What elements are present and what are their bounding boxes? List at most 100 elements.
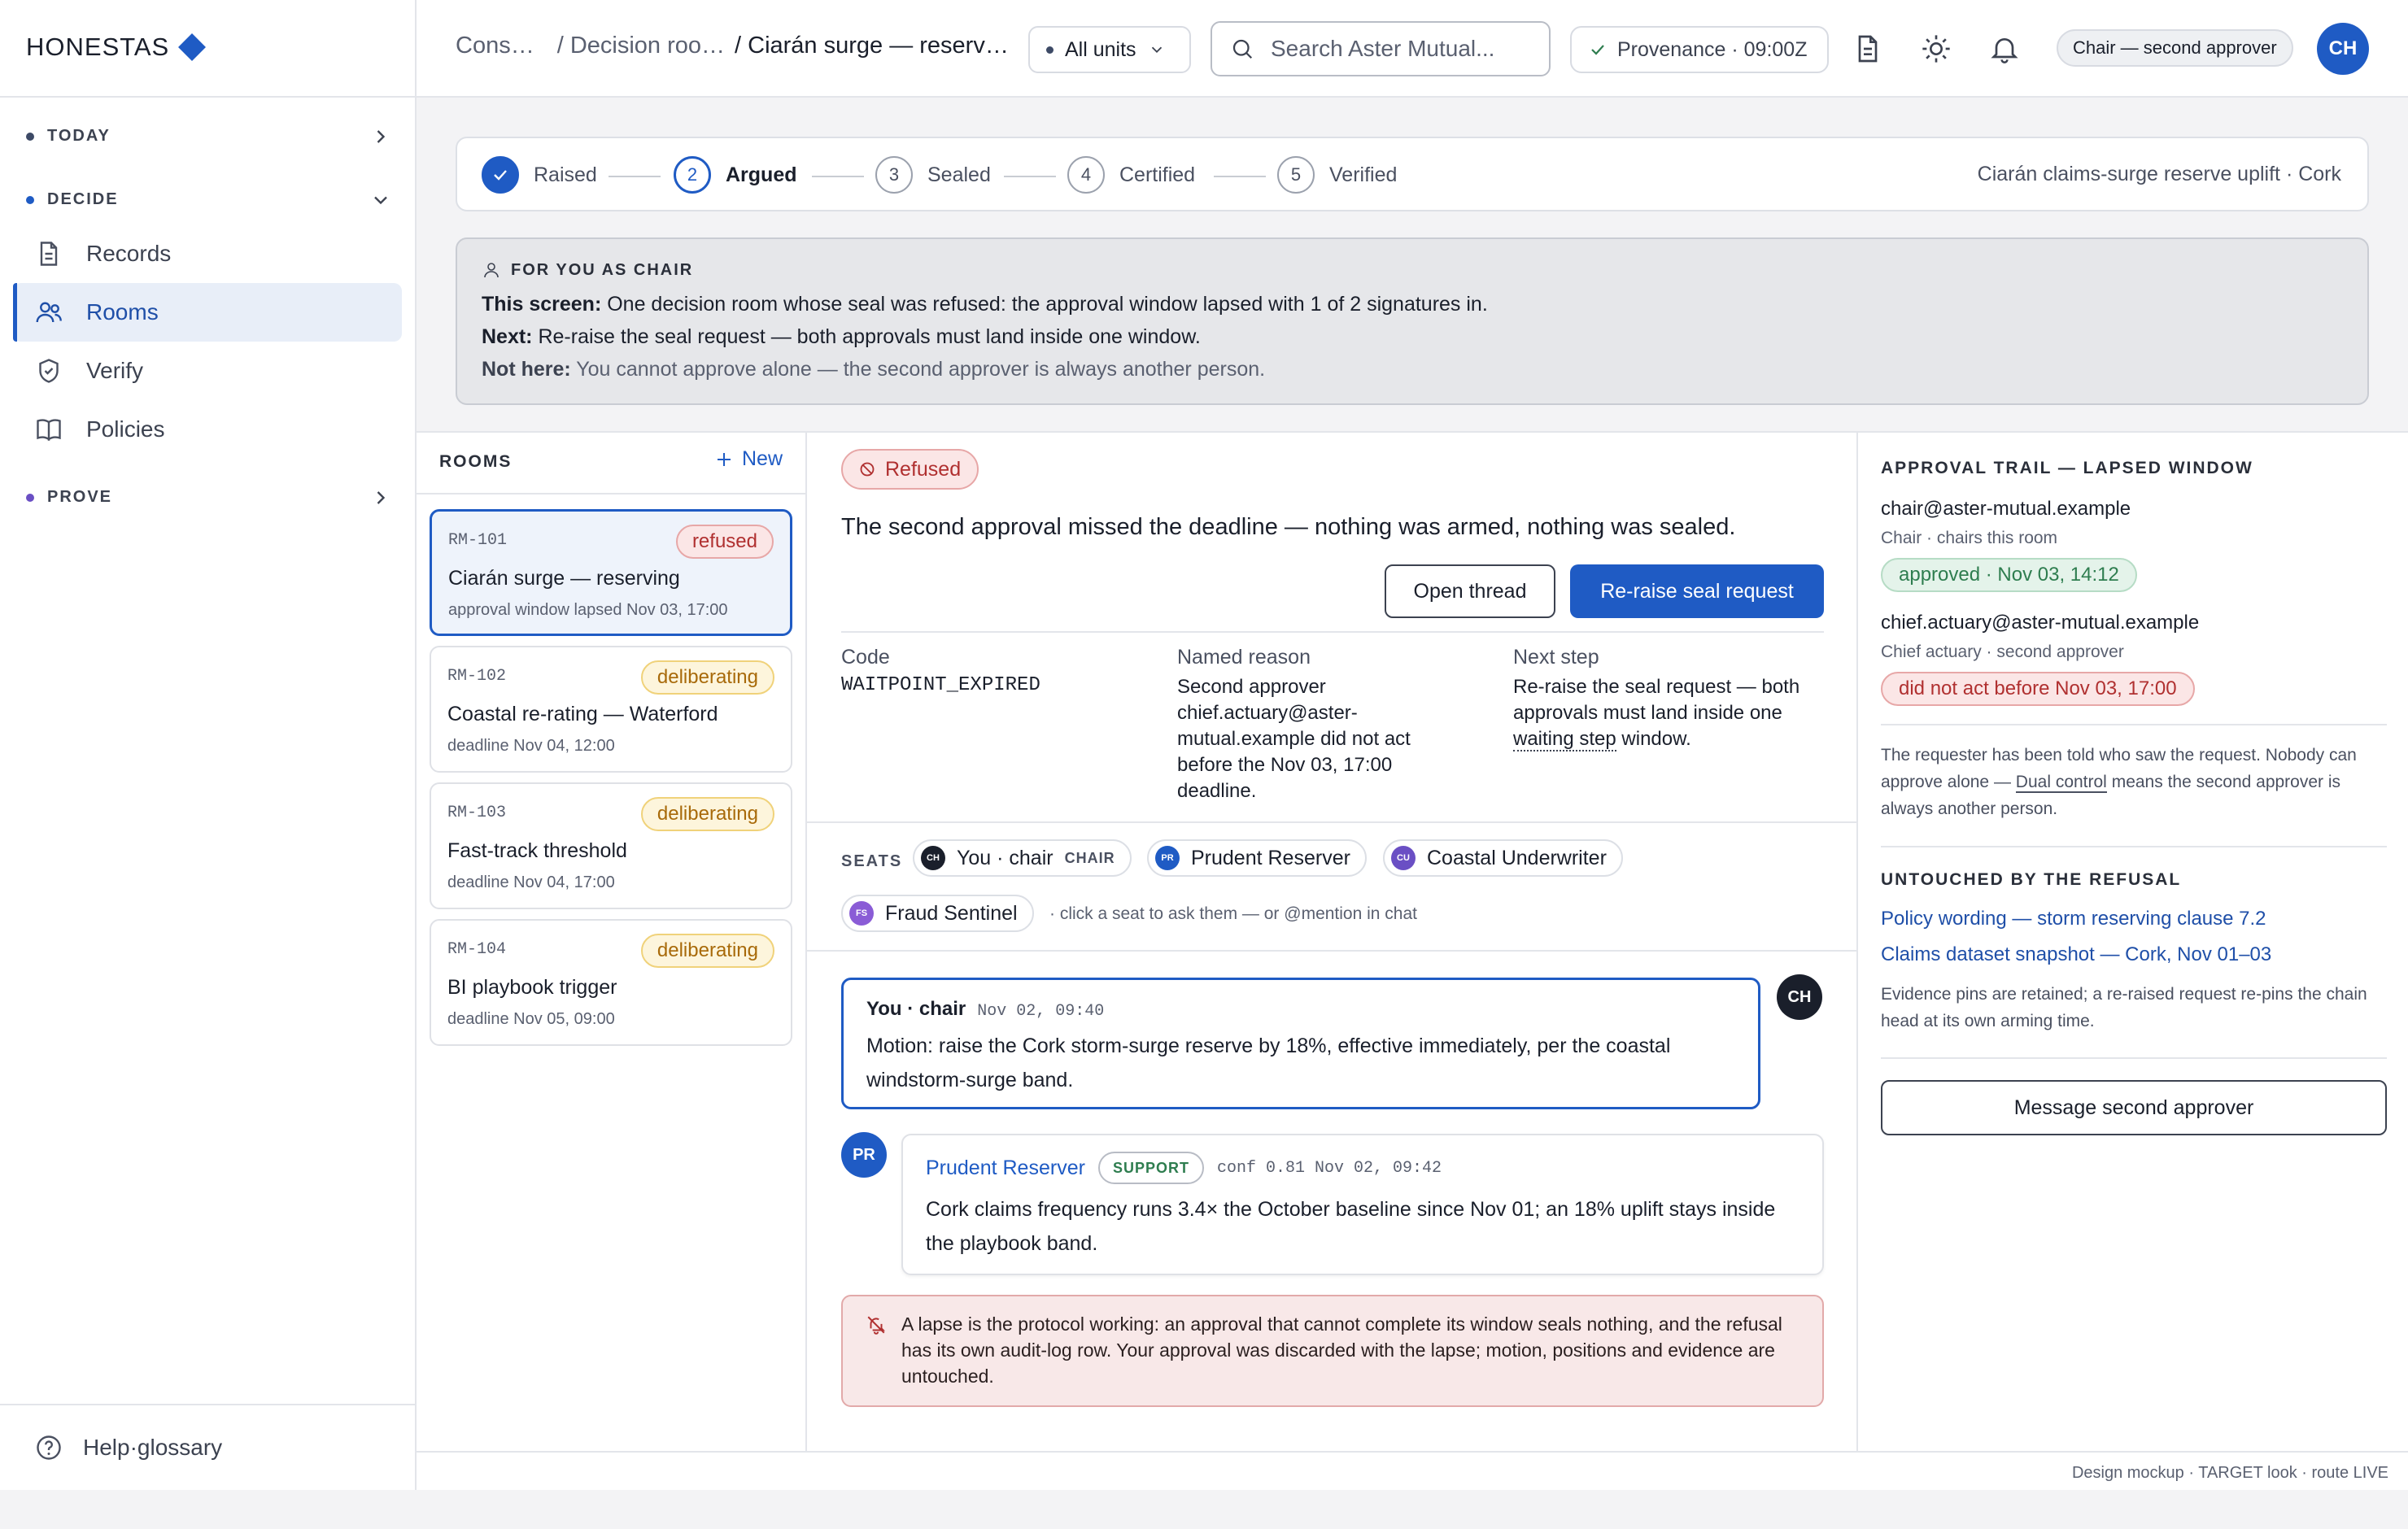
step-connector <box>1214 176 1266 177</box>
seat-fraud-sentinel[interactable]: FS Fraud Sentinel <box>841 895 1034 932</box>
brand-logo[interactable]: HONESTAS <box>26 33 207 62</box>
approver-2-role: Chief actuary · second approver <box>1881 643 2124 661</box>
chat-message-prudent-reserver[interactable]: Prudent Reserver SUPPORT conf 0.81 Nov 0… <box>901 1134 1824 1275</box>
message-header: You · chair Nov 02, 09:40 <box>866 998 1104 1021</box>
message-second-approver-button[interactable]: Message second approver <box>1881 1080 2387 1135</box>
book-icon <box>37 419 61 442</box>
help-circle-icon <box>37 1435 61 1460</box>
step-number: 3 <box>875 156 913 194</box>
brand-diamond-icon <box>178 33 207 61</box>
room-card-rm-104[interactable]: RM-104 deliberating BI playbook trigger … <box>430 919 792 1046</box>
user-icon <box>484 263 499 278</box>
sidebar: HONESTAS TODAY DECIDE Records Rooms Veri… <box>0 0 417 1490</box>
sidebar-divider <box>0 1404 415 1405</box>
section-label: DECIDE <box>47 190 119 208</box>
room-card-rm-102[interactable]: RM-102 deliberating Coastal re-rating — … <box>430 646 792 773</box>
seat-avatar: CU <box>1391 846 1416 870</box>
sidebar-section-decide[interactable]: DECIDE <box>26 190 387 209</box>
step-label: Sealed <box>927 163 991 186</box>
step-label: Raised <box>534 163 597 186</box>
check-icon <box>482 156 519 194</box>
next-step-text-end: window. <box>1621 728 1691 750</box>
section-dot <box>26 493 34 502</box>
new-room-label: New <box>741 447 783 470</box>
untouched-title: UNTOUCHED BY THE REFUSAL <box>1881 870 2182 889</box>
code-label: Code <box>841 646 890 669</box>
avatar[interactable]: CH <box>2317 23 2369 75</box>
chevron-right-icon <box>377 491 386 504</box>
units-select[interactable]: All units <box>1028 26 1191 73</box>
open-thread-button[interactable]: Open thread <box>1385 564 1555 618</box>
bell-icon[interactable] <box>1988 33 2021 65</box>
search-icon <box>1232 39 1253 59</box>
breadcrumb-item[interactable]: / Decision roo… <box>557 33 725 59</box>
breadcrumb-item[interactable]: Cons… <box>456 33 534 59</box>
seat-coastal-underwriter[interactable]: CU Coastal Underwriter <box>1383 839 1623 877</box>
provenance-badge[interactable]: Provenance · 09:00Z <box>1570 26 1829 73</box>
seat-prudent-reserver[interactable]: PR Prudent Reserver <box>1147 839 1367 877</box>
brand-name: HONESTAS <box>26 33 170 61</box>
divider <box>807 821 1856 823</box>
room-id: RM-103 <box>447 804 507 822</box>
search-input[interactable]: Search Aster Mutual... <box>1211 21 1551 76</box>
code-field: Code WAITPOINT_EXPIRED <box>841 646 1150 696</box>
step-raised[interactable]: Raised <box>482 156 597 194</box>
message-meta: conf 0.81 Nov 02, 09:42 <box>1216 1158 1442 1178</box>
room-id: RM-102 <box>447 667 507 686</box>
seat-name: Prudent Reserver <box>1191 846 1350 869</box>
step-argued[interactable]: 2 Argued <box>674 156 797 194</box>
chair-this-label: This screen: <box>482 293 602 316</box>
step-verified[interactable]: 5 Verified <box>1277 156 1397 194</box>
chair-this-screen: This screen: One decision room whose sea… <box>482 293 1488 316</box>
lapse-alert: A lapse is the protocol working: an appr… <box>841 1295 1824 1407</box>
message-header: Prudent Reserver SUPPORT conf 0.81 Nov 0… <box>926 1152 1442 1184</box>
plus-icon <box>717 452 731 466</box>
dual-control-term[interactable]: Dual control <box>2015 773 2107 793</box>
footer-note: Design mockup · TARGET look · route LIVE <box>2071 1464 2388 1482</box>
status-badge: deliberating <box>640 797 774 831</box>
waiting-step-term[interactable]: waiting step <box>1513 728 1616 751</box>
sidebar-item-label: Records <box>86 241 172 266</box>
seat-name: Coastal Underwriter <box>1427 846 1607 869</box>
chat-message-chair[interactable]: You · chair Nov 02, 09:40 Motion: raise … <box>841 978 1760 1109</box>
sidebar-item-rooms[interactable]: Rooms <box>13 283 402 342</box>
reraise-seal-button[interactable]: Re-raise seal request <box>1570 564 1824 618</box>
step-connector <box>812 176 864 177</box>
avatar: PR <box>841 1132 887 1178</box>
sidebar-item-records[interactable]: Records <box>13 224 402 283</box>
claims-snapshot-link[interactable]: Claims dataset snapshot — Cork, Nov 01–0… <box>1881 943 2271 966</box>
help-glossary-link[interactable]: Help·glossary <box>34 1433 222 1462</box>
sidebar-item-policies[interactable]: Policies <box>13 400 402 459</box>
policy-wording-link[interactable]: Policy wording — storm reserving clause … <box>1881 908 2266 930</box>
seat-tag: CHAIR <box>1064 849 1115 866</box>
sidebar-section-today[interactable]: TODAY <box>26 127 386 146</box>
sidebar-section-prove[interactable]: PROVE <box>26 488 386 507</box>
seats-label: SEATS <box>841 852 903 870</box>
step-number: 2 <box>674 156 711 194</box>
new-room-button[interactable]: New <box>714 447 783 471</box>
message-text: Motion: raise the Cork storm-surge reser… <box>866 1035 1671 1091</box>
status-badge: deliberating <box>640 934 774 968</box>
message-author: You · chair <box>866 998 966 1020</box>
lapse-alert-text: A lapse is the protocol working: an appr… <box>901 1313 1782 1387</box>
refused-badge: Refused <box>841 449 979 490</box>
seat-avatar: CH <box>921 846 945 870</box>
step-sealed[interactable]: 3 Sealed <box>875 156 991 194</box>
message-time: Nov 02, 09:40 <box>977 1002 1105 1021</box>
section-dot <box>26 132 34 141</box>
divider <box>807 950 1856 952</box>
section-label: PROVE <box>47 488 113 506</box>
refused-label: Refused <box>885 457 962 481</box>
stepper-context: Ciarán claims-surge reserve uplift · Cor… <box>1977 163 2341 185</box>
room-card-rm-103[interactable]: RM-103 deliberating Fast-track threshold… <box>430 782 792 909</box>
chevron-down-icon <box>1151 46 1162 54</box>
sidebar-item-verify[interactable]: Verify <box>13 342 402 400</box>
step-certified[interactable]: 4 Certified <box>1067 156 1195 194</box>
sun-icon[interactable] <box>1920 33 1952 65</box>
seat-avatar: PR <box>1155 846 1180 870</box>
document-icon[interactable] <box>1852 33 1884 65</box>
room-card-rm-101[interactable]: RM-101 refused Ciarán surge — reserving … <box>430 509 792 636</box>
room-id: RM-101 <box>448 531 508 550</box>
step-number: 4 <box>1067 156 1105 194</box>
seat-chair[interactable]: CH You · chair CHAIR <box>913 839 1132 877</box>
